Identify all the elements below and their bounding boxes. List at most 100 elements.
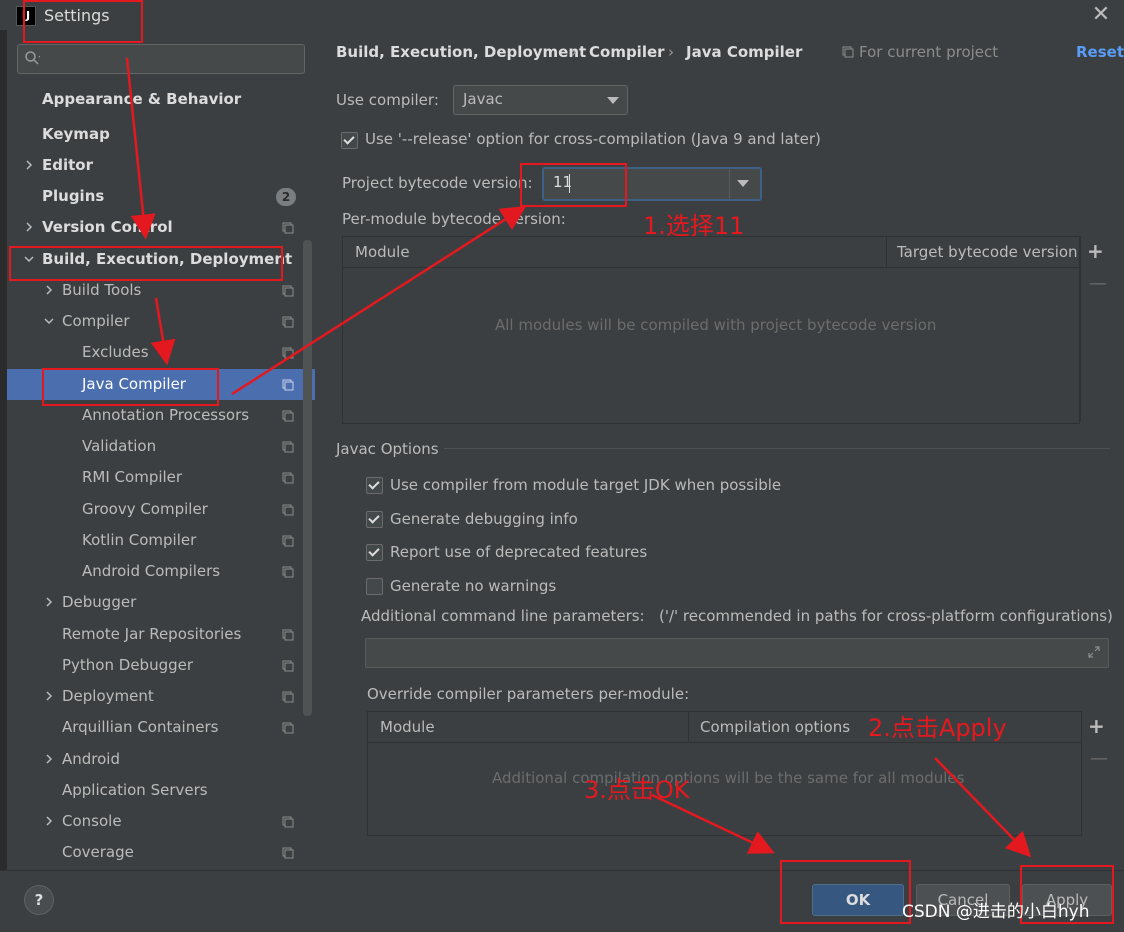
- project-scope-icon: [282, 410, 294, 422]
- chevron-down-icon[interactable]: [23, 253, 35, 265]
- table-toolbar: + —: [1081, 711, 1112, 834]
- chevron-down-icon: [607, 97, 619, 104]
- sidebar-item-excludes[interactable]: Excludes: [82, 337, 149, 368]
- sidebar-scrollbar[interactable]: [303, 240, 312, 716]
- table-toolbar: + —: [1080, 236, 1111, 422]
- help-button[interactable]: ?: [24, 885, 54, 915]
- title-bar: IJ Settings ✕: [0, 0, 1124, 32]
- use-target-jdk-checkbox[interactable]: [366, 477, 383, 494]
- per-module-label: Per-module bytecode version:: [342, 210, 566, 228]
- no-warnings-label: Generate no warnings: [390, 577, 557, 595]
- project-scope-icon: [282, 472, 294, 484]
- sidebar-item-editor[interactable]: Editor: [42, 150, 93, 181]
- ok-button[interactable]: OK: [812, 884, 904, 916]
- add-icon[interactable]: +: [1087, 239, 1104, 263]
- annotation-step1: 1.选择11: [643, 212, 745, 240]
- breadcrumb-java-compiler: Java Compiler: [686, 43, 803, 61]
- annotation-step2: 2.点击Apply: [868, 714, 1007, 742]
- chevron-right-icon[interactable]: [43, 284, 55, 296]
- project-scope-icon: [282, 847, 294, 859]
- chevron-right-icon[interactable]: [43, 596, 55, 608]
- project-scope-icon: [282, 566, 294, 578]
- plugins-update-badge: 2: [276, 188, 296, 206]
- sidebar-item-build-tools[interactable]: Build Tools: [62, 275, 141, 306]
- sidebar-item-build-execution-deployment[interactable]: Build, Execution, Deployment: [42, 244, 292, 275]
- debugging-info-checkbox[interactable]: [366, 511, 383, 528]
- chevron-down-icon[interactable]: [43, 315, 55, 327]
- reset-link[interactable]: Reset: [1076, 43, 1124, 61]
- scope-label: For current project: [859, 43, 999, 61]
- bytecode-version-select[interactable]: 11: [542, 167, 762, 201]
- use-compiler-select[interactable]: Javac: [453, 85, 628, 115]
- column-target-bytecode[interactable]: Target bytecode version: [897, 243, 1078, 261]
- project-scope-icon: [282, 629, 294, 641]
- sidebar-item-kotlin-compiler[interactable]: Kotlin Compiler: [82, 525, 196, 556]
- chevron-down-icon: [737, 180, 749, 187]
- bytecode-version-label: Project bytecode version:: [342, 174, 533, 192]
- sidebar-item-deployment[interactable]: Deployment: [62, 681, 154, 712]
- project-scope-icon: [282, 535, 294, 547]
- sidebar-item-rmi-compiler[interactable]: RMI Compiler: [82, 462, 182, 493]
- search-icon: [25, 51, 40, 65]
- combo-divider: [729, 169, 730, 199]
- sidebar-item-version-control[interactable]: Version Control: [42, 212, 173, 243]
- column-separator: [688, 712, 689, 742]
- remove-icon[interactable]: —: [1090, 748, 1108, 769]
- release-option-checkbox[interactable]: [341, 132, 358, 149]
- column-separator: [886, 237, 887, 267]
- chevron-right-icon[interactable]: [43, 753, 55, 765]
- sidebar-item-arquillian-containers[interactable]: Arquillian Containers: [62, 712, 218, 743]
- sidebar-item-appearance[interactable]: Appearance & Behavior: [42, 84, 241, 115]
- sidebar-item-debugger[interactable]: Debugger: [62, 587, 136, 618]
- add-icon[interactable]: +: [1088, 714, 1105, 738]
- annotation-step3: 3.点击OK: [584, 776, 690, 804]
- chevron-right-icon[interactable]: [43, 815, 55, 827]
- project-scope-icon: [282, 285, 294, 297]
- javac-options-section-title: Javac Options: [336, 440, 439, 458]
- chevron-right-icon[interactable]: [23, 221, 35, 233]
- use-target-jdk-label: Use compiler from module target JDK when…: [390, 476, 782, 494]
- sidebar-item-android-compilers[interactable]: Android Compilers: [82, 556, 220, 587]
- sidebar-item-plugins[interactable]: Plugins: [42, 181, 104, 212]
- column-compilation-options[interactable]: Compilation options: [700, 718, 850, 736]
- project-scope-icon: [842, 46, 854, 58]
- chevron-right-icon[interactable]: [23, 159, 35, 171]
- sidebar-item-compiler[interactable]: Compiler: [62, 306, 130, 337]
- sidebar-item-android[interactable]: Android: [62, 744, 120, 775]
- settings-search-input[interactable]: [17, 44, 305, 74]
- project-scope-icon: [282, 222, 294, 234]
- sidebar-item-console[interactable]: Console: [62, 806, 122, 837]
- deprecated-features-label: Report use of deprecated features: [390, 543, 648, 561]
- breadcrumb-compiler[interactable]: Compiler: [589, 43, 665, 61]
- sidebar-item-coverage[interactable]: Coverage: [62, 837, 134, 868]
- breadcrumb-build[interactable]: Build, Execution, Deployment: [336, 43, 586, 61]
- window-title: Settings: [44, 6, 110, 25]
- sidebar-item-validation[interactable]: Validation: [82, 431, 156, 462]
- table-empty-text: All modules will be compiled with projec…: [495, 316, 937, 334]
- project-scope-icon: [282, 816, 294, 828]
- expand-icon[interactable]: [1088, 646, 1100, 658]
- settings-window: IJ Settings ✕ Appearance & Behavior Keym…: [0, 0, 1124, 932]
- sidebar-item-application-servers[interactable]: Application Servers: [62, 775, 208, 806]
- sidebar-item-annotation-processors[interactable]: Annotation Processors: [82, 400, 249, 431]
- module-bytecode-table[interactable]: Module Target bytecode version All modul…: [342, 236, 1080, 424]
- project-scope-icon: [282, 504, 294, 516]
- no-warnings-checkbox[interactable]: [366, 578, 383, 595]
- close-icon[interactable]: ✕: [1090, 4, 1112, 26]
- remove-icon[interactable]: —: [1089, 273, 1107, 294]
- project-scope-icon: [282, 691, 294, 703]
- sidebar-item-python-debugger[interactable]: Python Debugger: [62, 650, 193, 681]
- sidebar-item-java-compiler[interactable]: Java Compiler: [82, 369, 186, 400]
- project-scope-icon: [282, 441, 294, 453]
- table-header: Module Target bytecode version: [343, 237, 1079, 268]
- column-module[interactable]: Module: [355, 243, 410, 261]
- sidebar-item-keymap[interactable]: Keymap: [42, 119, 110, 150]
- column-module[interactable]: Module: [380, 718, 435, 736]
- deprecated-features-checkbox[interactable]: [366, 544, 383, 561]
- chevron-right-icon[interactable]: [43, 690, 55, 702]
- project-scope-icon: [282, 347, 294, 359]
- sidebar-item-remote-jar-repositories[interactable]: Remote Jar Repositories: [62, 619, 241, 650]
- sidebar-item-groovy-compiler[interactable]: Groovy Compiler: [82, 494, 208, 525]
- project-scope-icon: [282, 722, 294, 734]
- cmdline-params-input[interactable]: [365, 638, 1109, 668]
